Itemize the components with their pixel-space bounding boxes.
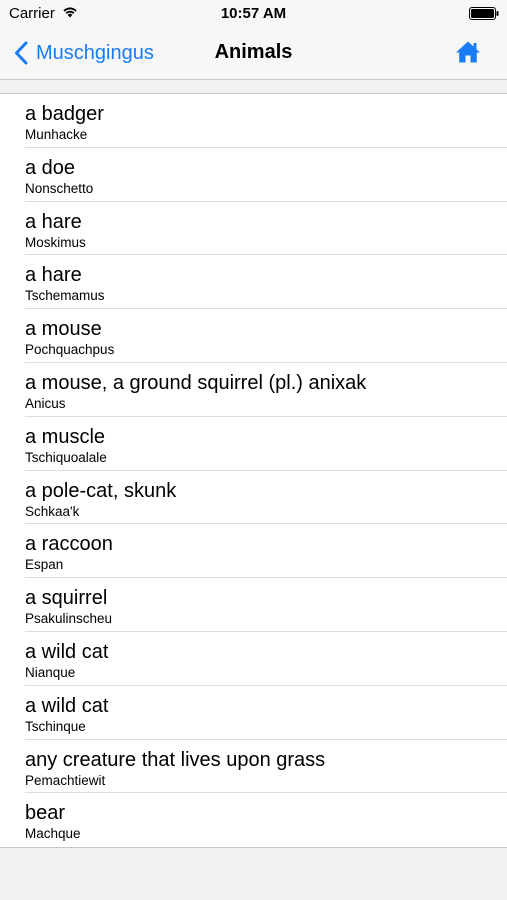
list-item-subtitle: Nonschetto — [25, 180, 94, 196]
list-item[interactable]: a hare Moskimus — [0, 202, 507, 256]
list-item[interactable]: a pole-cat, skunk Schkaa'k — [0, 471, 507, 525]
list-item-title: a doe — [25, 156, 76, 179]
animal-list: a badger Munhacke a doe Nonschetto a hare Mos… — [0, 93, 507, 849]
list-item-title: bear — [25, 802, 66, 825]
list-item-title: a wild cat — [25, 640, 109, 663]
list-item[interactable]: a wild cat Nianque — [0, 632, 507, 686]
battery-icon — [469, 7, 499, 20]
list-item-subtitle: Moskimus — [25, 234, 86, 250]
list-item[interactable]: bear Machque — [0, 793, 507, 847]
list-item-title: a badger — [25, 103, 104, 125]
list-item[interactable]: a doe Nonschetto — [0, 148, 507, 202]
list-item-subtitle: Psakulinscheu — [25, 611, 113, 627]
list-item-subtitle: Tschiquoalale — [25, 449, 107, 465]
list-item-title: a raccoon — [25, 533, 113, 556]
back-button[interactable]: Muschgingus — [14, 38, 154, 68]
list-item-subtitle: Schkaa'k — [25, 503, 80, 519]
list-item[interactable]: a wild cat Tschinque — [0, 686, 507, 740]
list-item-subtitle: Pochquachpus — [25, 342, 115, 358]
list-item-title: a wild cat — [25, 694, 109, 717]
list-item-title: any creature that lives upon grass — [25, 748, 326, 771]
list-item-subtitle: Pemachtiewit — [25, 772, 106, 788]
list-item[interactable]: any creature that lives upon grass Pemach… — [0, 740, 507, 794]
list-item-title: a pole-cat, skunk — [25, 479, 177, 502]
home-icon[interactable] — [455, 40, 481, 64]
status-bar: Carrier 10:57 AM — [0, 0, 507, 28]
list-item-subtitle: Espan — [25, 557, 64, 573]
list-item-subtitle: Machque — [25, 826, 81, 842]
list-item-subtitle: Tschinque — [25, 718, 86, 734]
list-item[interactable]: a hare Tschemamus — [0, 255, 507, 309]
list-item[interactable]: a muscle Tschiquoalale — [0, 417, 507, 471]
list-item-title: a hare — [25, 210, 82, 233]
chevron-left-icon — [15, 41, 28, 65]
navigation-bar: Muschgingus Animals — [0, 28, 507, 80]
list-item[interactable]: a mouse, a ground squirrel (pl.) anixak A… — [0, 363, 507, 417]
list-item-subtitle: Anicus — [25, 395, 66, 411]
list-item-title: a muscle — [25, 425, 106, 448]
list-item-subtitle: Munhacke — [25, 127, 88, 142]
list-item-title: a hare — [25, 264, 82, 287]
list-item-subtitle: Nianque — [25, 664, 76, 680]
status-time: 10:57 AM — [220, 5, 287, 22]
back-button-label: Muschgingus — [36, 41, 154, 64]
list-item-title: a mouse — [25, 318, 102, 341]
list-item-title: a squirrel — [25, 587, 108, 610]
list-item[interactable]: a mouse Pochquachpus — [0, 309, 507, 363]
list-item[interactable]: a squirrel Psakulinscheu — [0, 578, 507, 632]
list-item[interactable]: a raccoon Espan — [0, 524, 507, 578]
list-item-subtitle: Tschemamus — [25, 288, 105, 304]
list-item-title: a mouse, a ground squirrel (pl.) anixak — [25, 371, 367, 394]
list-item[interactable]: a badger Munhacke — [0, 94, 507, 148]
